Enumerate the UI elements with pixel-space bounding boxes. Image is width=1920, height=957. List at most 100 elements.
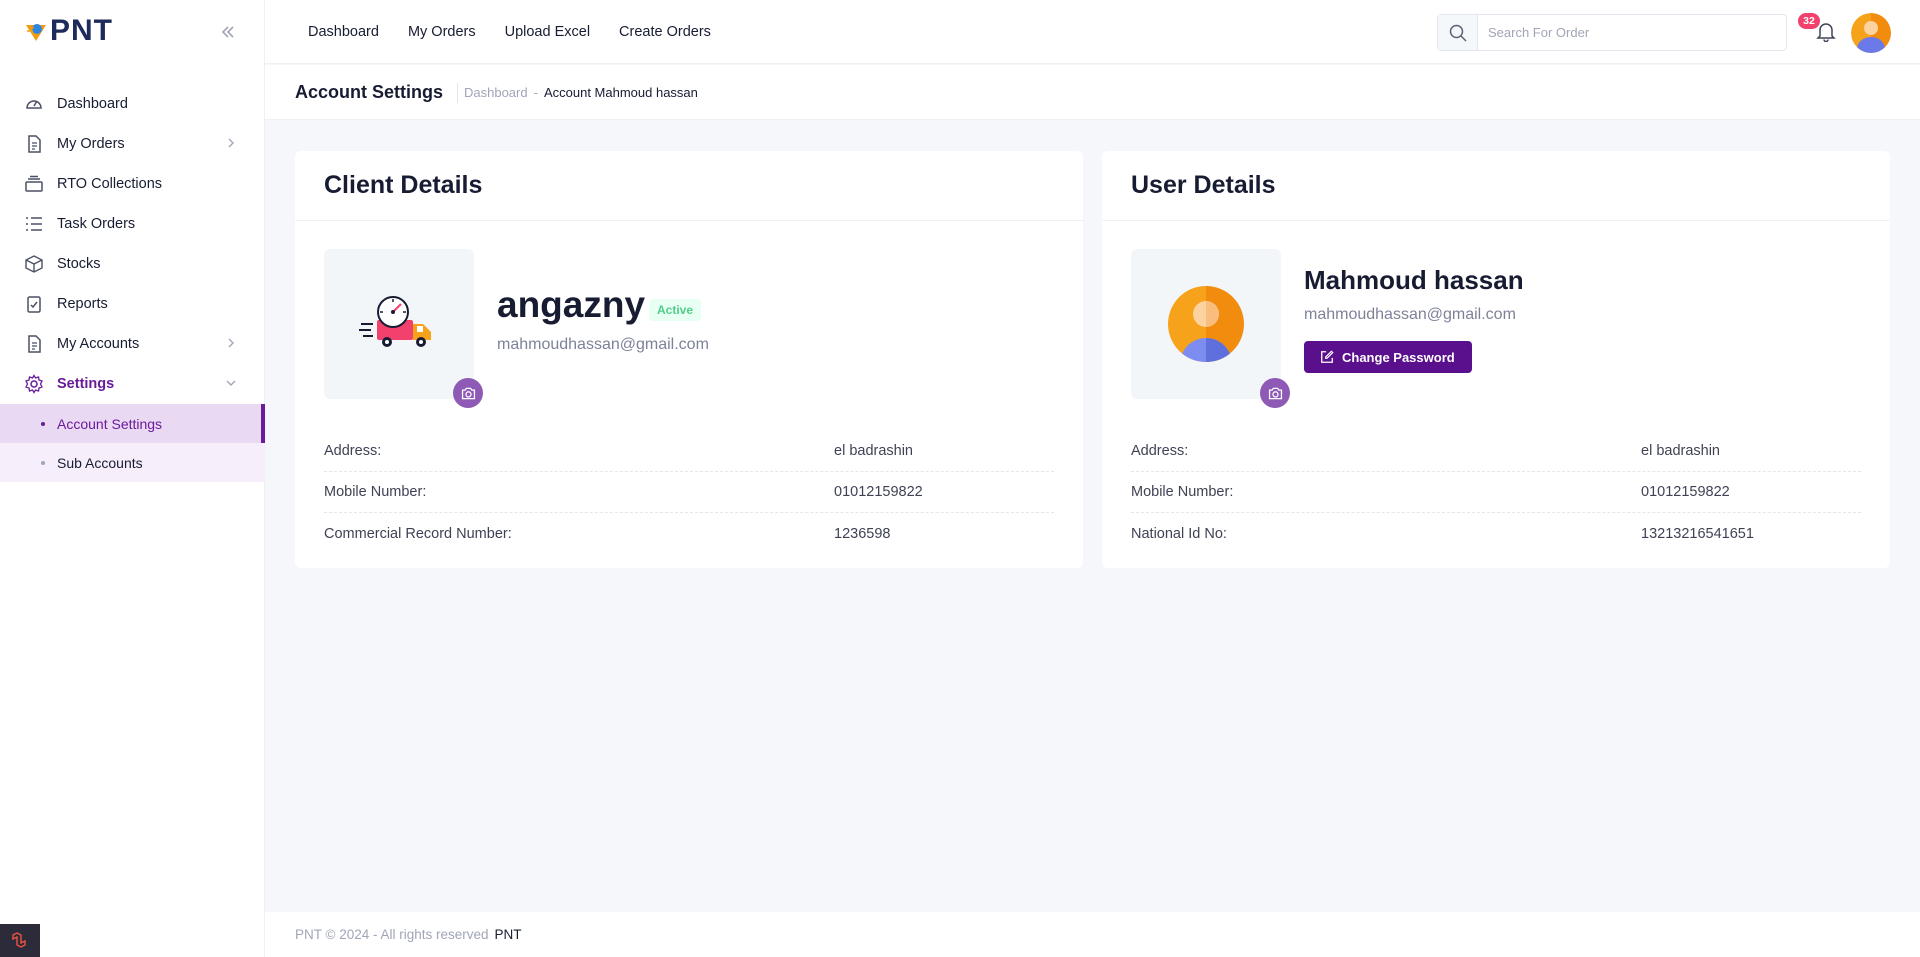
laravel-debug-icon[interactable] bbox=[0, 924, 40, 957]
upload-photo-camera-icon[interactable] bbox=[453, 378, 483, 408]
detail-row-mobile: Mobile Number: 01012159822 bbox=[324, 472, 1054, 513]
detail-row-commercial-record: Commercial Record Number: 1236598 bbox=[324, 513, 1054, 554]
sidebar: PNT Dashboard My Orders RTO Collections … bbox=[0, 0, 265, 957]
sidebar-item-rto-collections[interactable]: RTO Collections bbox=[0, 164, 265, 204]
footer-copyright: PNT © 2024 - All rights reserved bbox=[295, 927, 489, 942]
brand-wordmark: PNT bbox=[50, 14, 113, 47]
detail-value: 13213216541651 bbox=[1641, 525, 1754, 542]
sidebar-subitem-label: Account Settings bbox=[57, 415, 163, 432]
detail-label: Address: bbox=[1131, 443, 1189, 459]
sidebar-item-my-accounts[interactable]: My Accounts bbox=[0, 324, 265, 364]
search-icon[interactable] bbox=[1438, 15, 1478, 50]
detail-label: Mobile Number: bbox=[1131, 484, 1234, 500]
top-nav: Dashboard My Orders Upload Excel Create … bbox=[308, 0, 711, 64]
settings-submenu: Account Settings Sub Accounts bbox=[0, 404, 265, 482]
gear-icon bbox=[24, 374, 44, 394]
user-email: mahmoudhassan@gmail.com bbox=[1304, 306, 1516, 323]
card-header: Client Details bbox=[295, 151, 1083, 221]
sidebar-item-stocks[interactable]: Stocks bbox=[0, 244, 265, 284]
client-details-card: Client Details angazny Active mahmoudhas… bbox=[295, 151, 1083, 568]
detail-label: Mobile Number: bbox=[324, 484, 427, 500]
breadcrumb-current: Account Mahmoud hassan bbox=[543, 85, 698, 100]
client-details-list: Address: el badrashin Mobile Number: 010… bbox=[324, 431, 1054, 554]
user-name: Mahmoud hassan bbox=[1304, 265, 1524, 295]
breadcrumb: Dashboard - Account Mahmoud hassan bbox=[464, 85, 698, 100]
page-footer: PNT © 2024 - All rights reserved PNT bbox=[265, 912, 1920, 957]
page-toolbar: Account Settings Dashboard - Account Mah… bbox=[265, 65, 1920, 120]
user-avatar[interactable] bbox=[1851, 13, 1891, 53]
sidebar-item-label: RTO Collections bbox=[57, 176, 163, 192]
card-title: User Details bbox=[1131, 171, 1276, 199]
document-icon bbox=[24, 134, 44, 154]
box-icon bbox=[24, 254, 44, 274]
sidebar-subitem-sub-accounts[interactable]: Sub Accounts bbox=[0, 443, 265, 482]
topnav-upload-excel[interactable]: Upload Excel bbox=[505, 24, 590, 40]
order-search bbox=[1437, 14, 1787, 51]
detail-value: 01012159822 bbox=[1641, 484, 1730, 500]
sidebar-item-settings[interactable]: Settings bbox=[0, 364, 265, 404]
chevron-right-icon bbox=[228, 338, 234, 348]
detail-row-mobile: Mobile Number: 01012159822 bbox=[1131, 472, 1861, 513]
detail-label: Commercial Record Number: bbox=[324, 525, 512, 542]
sidebar-menu: Dashboard My Orders RTO Collections Task… bbox=[0, 84, 265, 482]
status-badge: Active bbox=[649, 299, 702, 321]
sidebar-item-label: Reports bbox=[57, 296, 108, 312]
dashboard-gauge-icon bbox=[24, 94, 44, 114]
user-avatar-icon bbox=[1168, 286, 1244, 362]
user-details-list: Address: el badrashin Mobile Number: 010… bbox=[1131, 431, 1861, 554]
user-photo bbox=[1131, 249, 1281, 399]
detail-value: el badrashin bbox=[1641, 443, 1720, 459]
sidebar-item-label: Stocks bbox=[57, 256, 101, 272]
chevron-down-icon bbox=[226, 380, 236, 386]
card-title: Client Details bbox=[324, 171, 483, 199]
bullet-dot bbox=[41, 422, 45, 426]
sidebar-item-my-orders[interactable]: My Orders bbox=[0, 124, 265, 164]
top-header: Dashboard My Orders Upload Excel Create … bbox=[265, 0, 1920, 64]
client-email: mahmoudhassan@gmail.com bbox=[497, 336, 709, 353]
topnav-my-orders[interactable]: My Orders bbox=[408, 24, 476, 40]
sidebar-item-label: Dashboard bbox=[57, 96, 128, 112]
sidebar-subitem-label: Sub Accounts bbox=[57, 454, 143, 471]
detail-row-address: Address: el badrashin bbox=[324, 431, 1054, 472]
bullet-dot bbox=[41, 461, 45, 465]
sidebar-item-label: Task Orders bbox=[57, 216, 136, 232]
detail-label: Address: bbox=[324, 443, 382, 459]
change-password-button[interactable]: Change Password bbox=[1304, 341, 1472, 373]
logo-mark-icon bbox=[26, 24, 46, 41]
sidebar-collapse-icon[interactable] bbox=[218, 22, 238, 42]
document-icon bbox=[24, 334, 44, 354]
page-title: Account Settings bbox=[295, 82, 444, 102]
sidebar-item-task-orders[interactable]: Task Orders bbox=[0, 204, 265, 244]
detail-row-address: Address: el badrashin bbox=[1131, 431, 1861, 472]
upload-photo-camera-icon[interactable] bbox=[1260, 378, 1290, 408]
client-logo bbox=[324, 249, 474, 399]
stack-icon bbox=[24, 174, 44, 194]
search-input[interactable] bbox=[1478, 15, 1786, 50]
delivery-truck-icon bbox=[359, 296, 431, 347]
detail-label: National Id No: bbox=[1131, 525, 1227, 542]
breadcrumb-separator: - bbox=[533, 85, 538, 100]
sidebar-item-label: My Orders bbox=[57, 136, 125, 152]
clipboard-check-icon bbox=[24, 294, 44, 314]
topnav-dashboard[interactable]: Dashboard bbox=[308, 24, 379, 40]
detail-value: el badrashin bbox=[834, 443, 913, 459]
detail-value: 1236598 bbox=[834, 525, 891, 542]
user-details-card: User Details Mahmoud hassan mahmoudhassa… bbox=[1102, 151, 1890, 568]
client-name: angazny bbox=[497, 284, 646, 325]
sidebar-item-label: My Accounts bbox=[57, 336, 140, 352]
detail-value: 01012159822 bbox=[834, 484, 923, 500]
footer-brand-link[interactable]: PNT bbox=[495, 927, 522, 942]
sidebar-item-dashboard[interactable]: Dashboard bbox=[0, 84, 265, 124]
sidebar-subitem-account-settings[interactable]: Account Settings bbox=[0, 404, 265, 443]
title-divider bbox=[457, 83, 458, 103]
topnav-create-orders[interactable]: Create Orders bbox=[619, 24, 711, 40]
sidebar-item-label: Settings bbox=[57, 376, 115, 392]
list-icon bbox=[24, 214, 44, 234]
chevron-right-icon bbox=[228, 138, 234, 148]
edit-icon bbox=[1321, 350, 1334, 363]
breadcrumb-home-link[interactable]: Dashboard bbox=[464, 85, 528, 100]
change-password-label: Change Password bbox=[1342, 349, 1455, 365]
sidebar-item-reports[interactable]: Reports bbox=[0, 284, 265, 324]
bell-icon[interactable] bbox=[1815, 20, 1837, 43]
brand-logo[interactable]: PNT bbox=[24, 16, 113, 46]
